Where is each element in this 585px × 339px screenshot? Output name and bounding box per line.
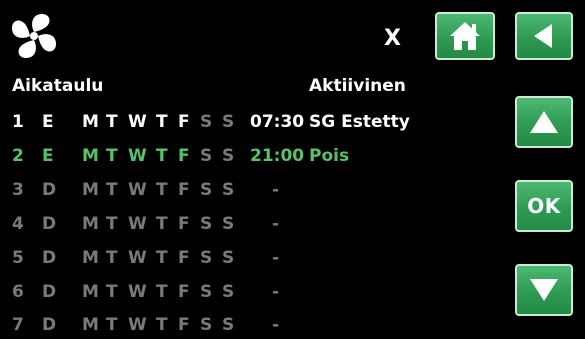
row-empty-dash: - — [272, 180, 280, 200]
row-number: 5 — [12, 248, 24, 268]
row-mode: D — [42, 180, 57, 200]
day-fri: F — [178, 214, 190, 234]
ok-button[interactable]: OK — [515, 180, 573, 232]
schedule-row-4[interactable]: 4 D M T W T F S S - — [0, 210, 500, 238]
day-thu: T — [156, 248, 168, 268]
day-sun: S — [222, 282, 235, 302]
home-icon — [450, 22, 480, 50]
day-wed: W — [128, 214, 147, 234]
row-empty-dash: - — [272, 248, 280, 268]
day-sat: S — [200, 112, 213, 132]
row-mode: E — [42, 146, 54, 166]
day-tue: T — [106, 180, 118, 200]
row-number: 2 — [12, 146, 24, 166]
day-fri: F — [178, 248, 190, 268]
day-tue: T — [106, 248, 118, 268]
fan-icon — [8, 10, 60, 62]
day-fri: F — [178, 282, 190, 302]
row-mode: D — [42, 214, 57, 234]
day-wed: W — [128, 112, 147, 132]
back-arrow-icon — [534, 24, 552, 48]
schedule-row-2[interactable]: 2 E M T W T F S S 21:00 Pois — [0, 142, 500, 170]
day-sat: S — [200, 180, 213, 200]
row-status: Pois — [309, 146, 350, 166]
row-number: 6 — [12, 282, 24, 302]
day-tue: T — [106, 214, 118, 234]
row-mode: D — [42, 315, 57, 335]
day-fri: F — [178, 112, 190, 132]
day-fri: F — [178, 315, 190, 335]
scroll-down-button[interactable] — [515, 264, 573, 316]
row-status: SG Estetty — [309, 112, 410, 132]
row-mode: E — [42, 112, 54, 132]
up-arrow-icon — [530, 111, 558, 133]
row-number: 4 — [12, 214, 24, 234]
day-sat: S — [200, 282, 213, 302]
ok-label: OK — [527, 194, 561, 218]
day-sat: S — [200, 315, 213, 335]
day-sun: S — [222, 315, 235, 335]
schedule-row-7[interactable]: 7 D M T W T F S S - — [0, 311, 500, 339]
day-sat: S — [200, 248, 213, 268]
row-mode: D — [42, 248, 57, 268]
day-mon: M — [82, 315, 99, 335]
day-mon: M — [82, 112, 99, 132]
day-thu: T — [156, 112, 168, 132]
day-thu: T — [156, 146, 168, 166]
day-wed: W — [128, 146, 147, 166]
day-sun: S — [222, 146, 235, 166]
row-number: 3 — [12, 180, 24, 200]
day-thu: T — [156, 180, 168, 200]
day-mon: M — [82, 214, 99, 234]
day-wed: W — [128, 282, 147, 302]
row-mode: D — [42, 282, 57, 302]
day-thu: T — [156, 214, 168, 234]
home-button[interactable] — [435, 12, 495, 60]
schedule-row-5[interactable]: 5 D M T W T F S S - — [0, 244, 500, 272]
day-fri: F — [178, 146, 190, 166]
row-empty-dash: - — [272, 315, 280, 335]
day-wed: W — [128, 248, 147, 268]
row-number: 1 — [12, 112, 24, 132]
day-tue: T — [106, 282, 118, 302]
row-time: 07:30 — [250, 112, 305, 132]
close-button[interactable]: X — [384, 24, 401, 54]
row-empty-dash: - — [272, 214, 280, 234]
day-sat: S — [200, 146, 213, 166]
day-sun: S — [222, 214, 235, 234]
day-tue: T — [106, 315, 118, 335]
day-tue: T — [106, 112, 118, 132]
active-header: Aktiivinen — [309, 76, 406, 96]
row-number: 7 — [12, 315, 24, 335]
day-thu: T — [156, 315, 168, 335]
schedule-row-1[interactable]: 1 E M T W T F S S 07:30 SG Estetty — [0, 108, 500, 136]
day-tue: T — [106, 146, 118, 166]
day-sun: S — [222, 248, 235, 268]
schedule-row-3[interactable]: 3 D M T W T F S S - — [0, 176, 500, 204]
scroll-up-button[interactable] — [515, 96, 573, 148]
day-sun: S — [222, 180, 235, 200]
day-mon: M — [82, 180, 99, 200]
day-fri: F — [178, 180, 190, 200]
day-wed: W — [128, 180, 147, 200]
day-mon: M — [82, 146, 99, 166]
day-sat: S — [200, 214, 213, 234]
schedule-title: Aikataulu — [12, 76, 104, 96]
day-sun: S — [222, 112, 235, 132]
schedule-row-6[interactable]: 6 D M T W T F S S - — [0, 278, 500, 306]
day-mon: M — [82, 282, 99, 302]
day-mon: M — [82, 248, 99, 268]
row-empty-dash: - — [272, 282, 280, 302]
row-time: 21:00 — [250, 146, 305, 166]
day-wed: W — [128, 315, 147, 335]
back-button[interactable] — [515, 12, 573, 60]
down-arrow-icon — [530, 279, 558, 301]
day-thu: T — [156, 282, 168, 302]
